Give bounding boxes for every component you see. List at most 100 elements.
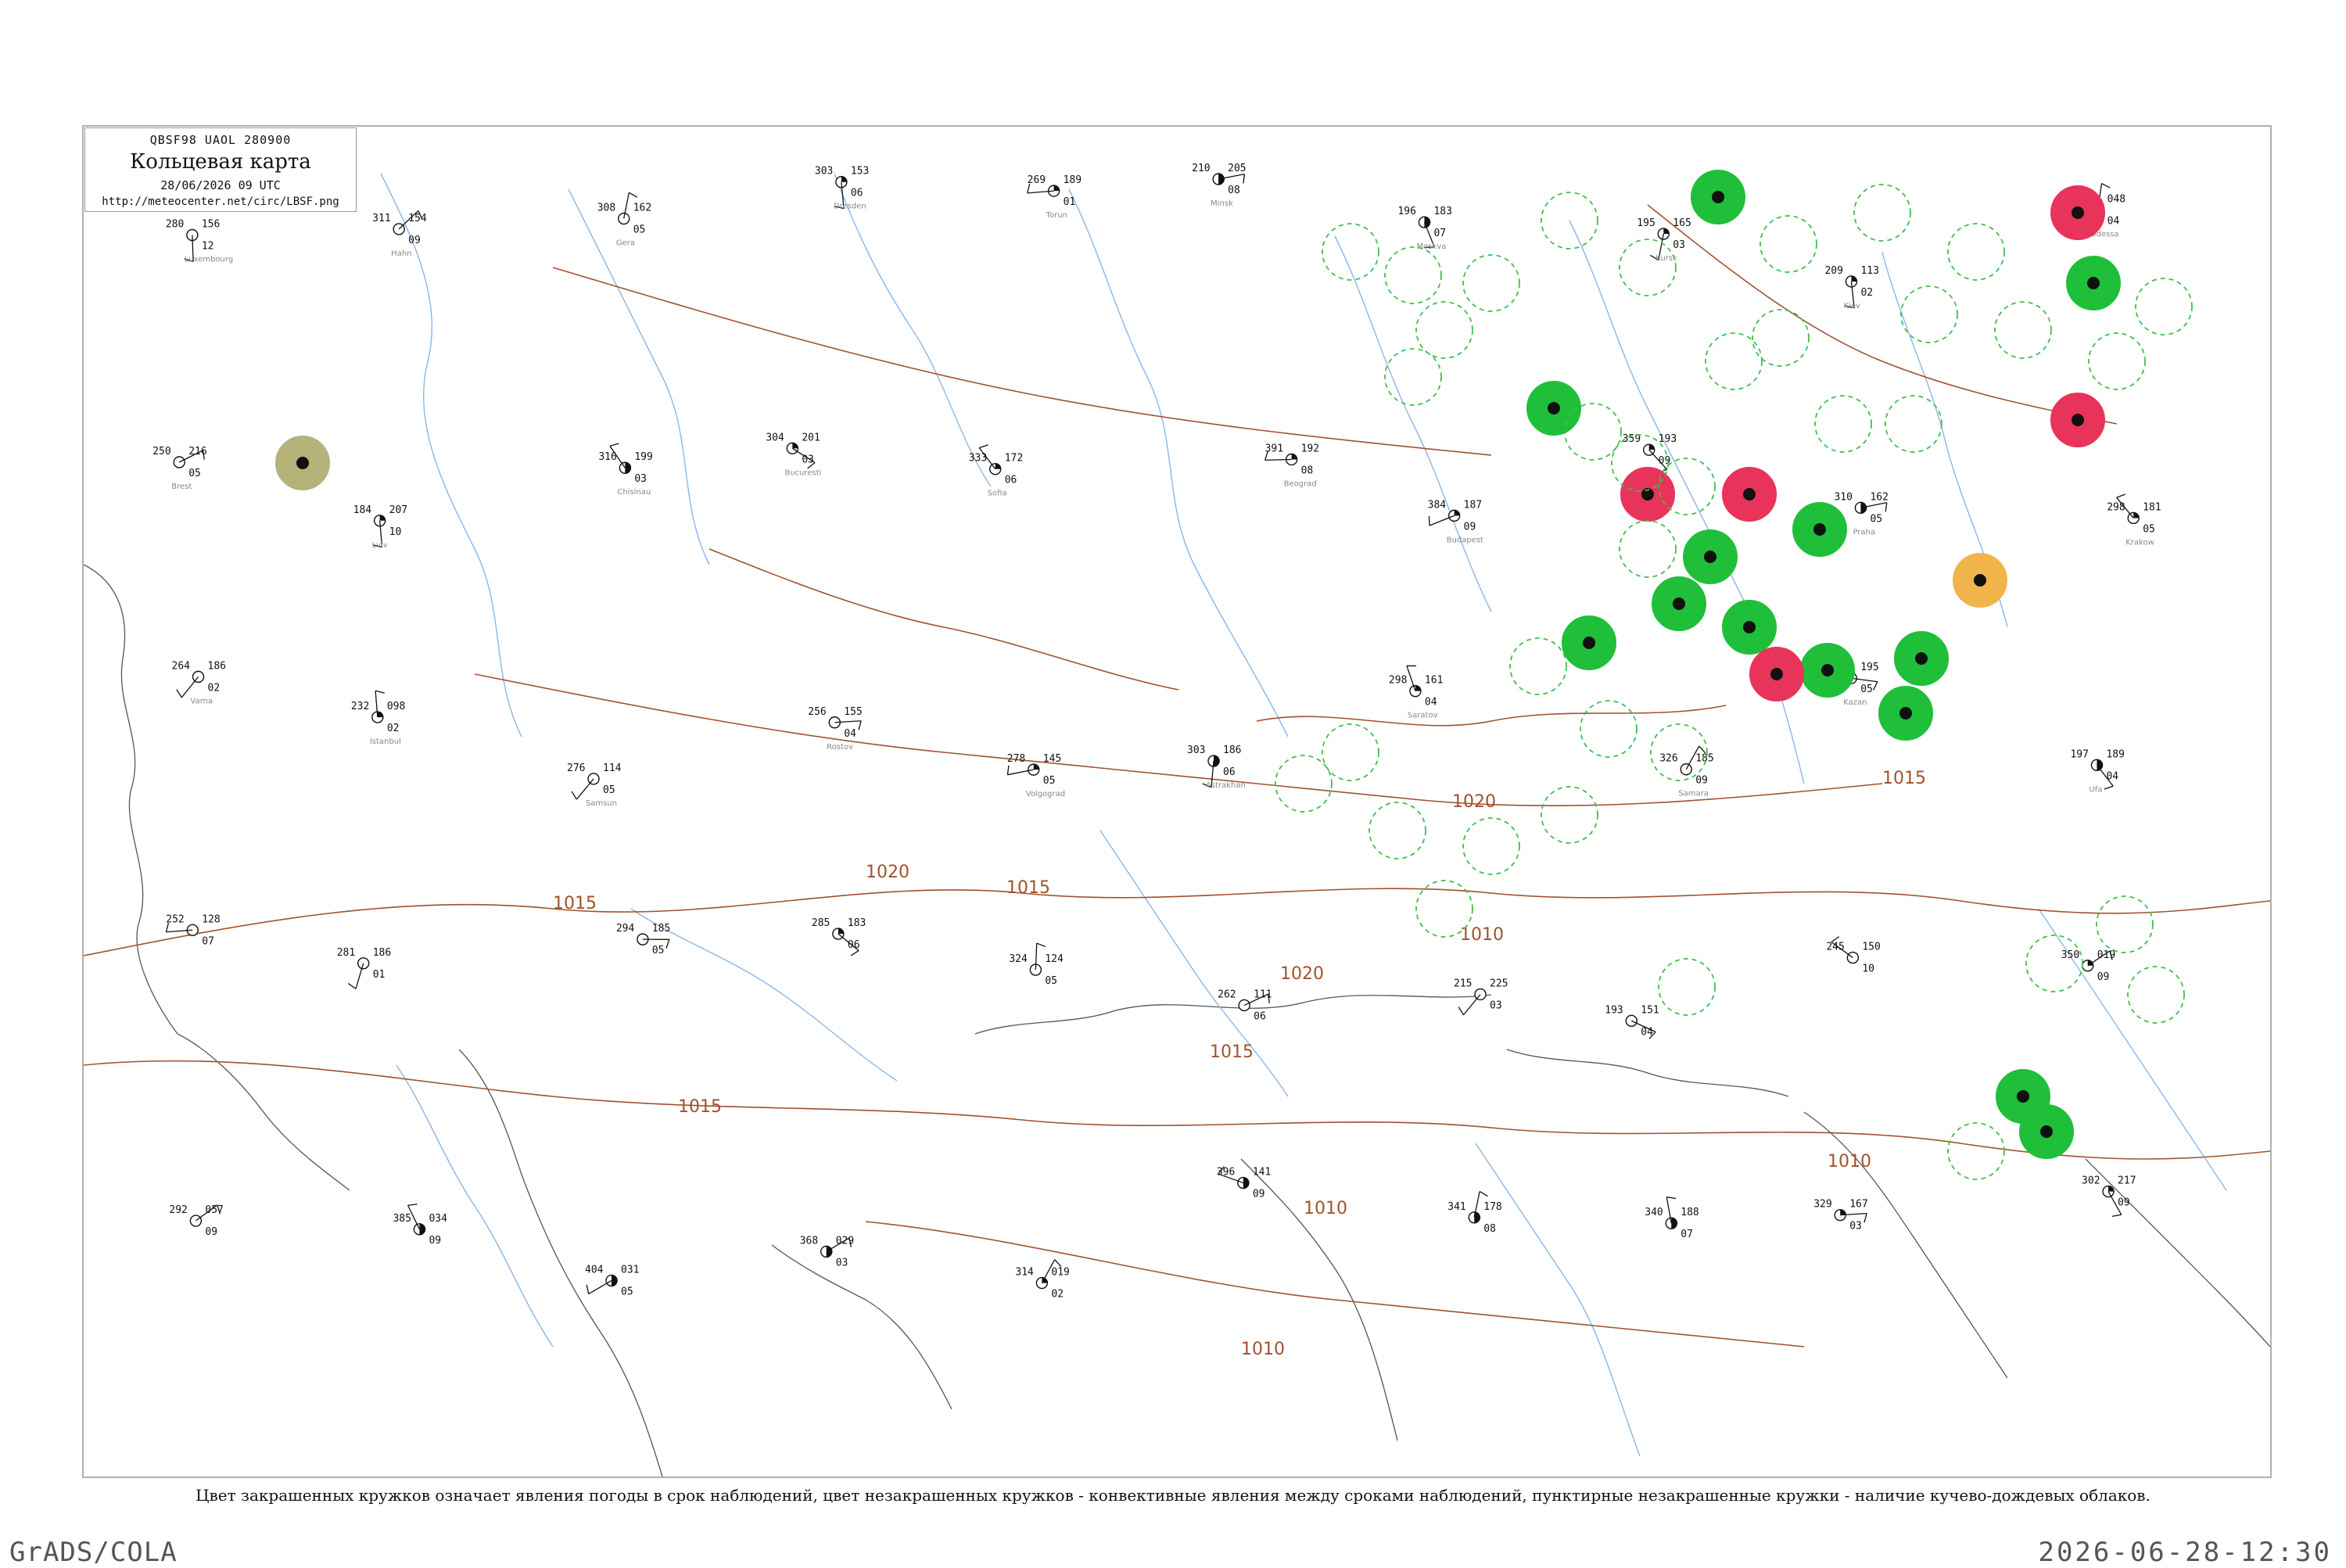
isobar-label: 1010 (1241, 1340, 1285, 1359)
station-plot: 36802903 (800, 1235, 854, 1268)
station-plot: 32412405 (1009, 943, 1064, 987)
weather-station-dot (296, 457, 309, 469)
station-tendency: 03 (634, 473, 647, 485)
cloud-cover-mark (1840, 1210, 1846, 1215)
station-tendency: 08 (1228, 185, 1240, 196)
weather-station-dot (1712, 191, 1724, 203)
wind-barb-feather (2104, 786, 2113, 789)
station-plot: 19315104 (1605, 1004, 1659, 1039)
station-pressure: 161 (1425, 675, 1443, 687)
footer-timestamp: 2026-06-28-12:30 (2038, 1537, 2332, 1568)
station-plot: 26418602Varna (172, 660, 226, 705)
station-name: Praha (1853, 528, 1875, 536)
cumulonimbus-circle (1659, 959, 1715, 1015)
station-pressure: 162 (633, 203, 651, 214)
station-name: Budapest (1447, 536, 1483, 544)
wind-barb-feather (1458, 1007, 1463, 1015)
station-pressure: 114 (603, 762, 622, 774)
station-tendency: 05 (1043, 775, 1056, 787)
station-tendency: 04 (844, 728, 856, 740)
station-temperature: 245 (1826, 942, 1844, 953)
wind-barb-feather (979, 445, 988, 448)
wind-barb-feather (1666, 1197, 1676, 1199)
station-tendency: 04 (1425, 697, 1437, 709)
station-tendency: 05 (652, 945, 665, 956)
station-pressure: 150 (1862, 942, 1880, 953)
station-temperature: 308 (597, 203, 615, 214)
wind-barb-feather (1864, 1214, 1867, 1223)
station-name: Dresden (834, 203, 866, 211)
station-pressure: 201 (802, 432, 820, 443)
station-temperature: 184 (353, 504, 372, 516)
station-name: Lviv (372, 541, 388, 550)
station-tendency: 04 (2107, 215, 2120, 227)
wind-barb-feather (586, 1285, 588, 1294)
station-temperature: 329 (1813, 1199, 1831, 1211)
station-tendency: 07 (1433, 228, 1446, 239)
station-tendency: 12 (202, 241, 214, 253)
station-name: Chisinau (617, 488, 651, 497)
cumulonimbus-circle (1995, 302, 2051, 358)
station-tendency: 05 (2143, 523, 2155, 535)
wind-barb (181, 676, 198, 698)
wind-barb-feather (1480, 1192, 1487, 1197)
station-name: Varna (191, 697, 213, 705)
station-temperature: 281 (337, 947, 355, 959)
cumulonimbus-circle (1948, 224, 2004, 280)
station-pressure: 225 (1490, 978, 1508, 989)
station-temperature: 311 (372, 213, 390, 224)
station-tendency: 05 (621, 1286, 633, 1297)
station-tendency: 09 (429, 1235, 441, 1247)
station-name: Bucuresti (784, 468, 821, 477)
cumulonimbus-circle (1580, 701, 1637, 757)
station-pressure: 185 (652, 923, 670, 935)
station-plot: 20911302Kiev (1824, 265, 1878, 310)
station-plot: 29816104Saratov (1389, 666, 1443, 719)
wind-barb-feather (1243, 174, 1245, 184)
station-pressure: 019 (1051, 1267, 1069, 1279)
cumulonimbus-circle (1369, 802, 1426, 859)
station-pressure: 154 (408, 213, 427, 224)
station-tendency: 02 (387, 723, 400, 734)
station-tendency: 09 (1253, 1189, 1265, 1200)
station-tendency: 03 (1849, 1221, 1862, 1233)
cumulonimbus-circle (2128, 967, 2184, 1023)
wind-barb-feather (629, 192, 637, 197)
isobar-label: 1015 (678, 1097, 722, 1117)
station-tendency: 03 (1673, 239, 1685, 251)
station-plot: 27814505Volgograd (1007, 753, 1065, 798)
station-temperature: 278 (1007, 753, 1025, 765)
station-name: Beograd (1284, 479, 1317, 488)
station-temperature: 285 (812, 917, 830, 929)
station-tendency: 02 (1860, 287, 1873, 299)
station-plot: 28015612Luxembourg (166, 219, 233, 264)
station-temperature: 269 (1028, 174, 1046, 186)
wind-barb-feather (375, 691, 385, 693)
station-plot: 18420710Lviv (353, 504, 407, 550)
station-plots: 28015612Luxembourg31115409Hahn30816205Ge… (152, 163, 2161, 1301)
station-temperature: 256 (808, 706, 826, 718)
station-temperature: 324 (1009, 953, 1028, 965)
wind-barb-feather (1055, 1260, 1061, 1267)
station-plot: 27611405Samsun (567, 762, 622, 808)
station-temperature: 316 (598, 451, 616, 463)
station-pressure: 029 (836, 1235, 854, 1247)
station-plot: 28118601 (337, 947, 391, 989)
map-url[interactable]: http://meteocenter.net/circ/LBSF.png (85, 196, 356, 208)
station-tendency: 08 (1301, 465, 1314, 476)
weather-station-dot (1743, 621, 1756, 633)
station-name: Saratov (1408, 712, 1438, 720)
station-circle (190, 1215, 201, 1226)
wind-barb-feather (2112, 1215, 2122, 1216)
station-temperature: 341 (1447, 1201, 1465, 1213)
isobar-label: 1020 (1452, 792, 1496, 812)
synoptic-map: 1015101010151020102010151020101510101010… (84, 127, 2270, 1477)
cloud-cover-mark (419, 1224, 425, 1235)
cloud-cover-mark (1649, 444, 1655, 450)
station-plot: 24515010 (1826, 937, 1880, 975)
station-pressure: 162 (1870, 491, 1888, 503)
station-temperature: 193 (1605, 1004, 1623, 1016)
station-tendency: 01 (1064, 196, 1076, 208)
station-temperature: 314 (1015, 1267, 1034, 1279)
station-pressure: 113 (1860, 265, 1878, 277)
